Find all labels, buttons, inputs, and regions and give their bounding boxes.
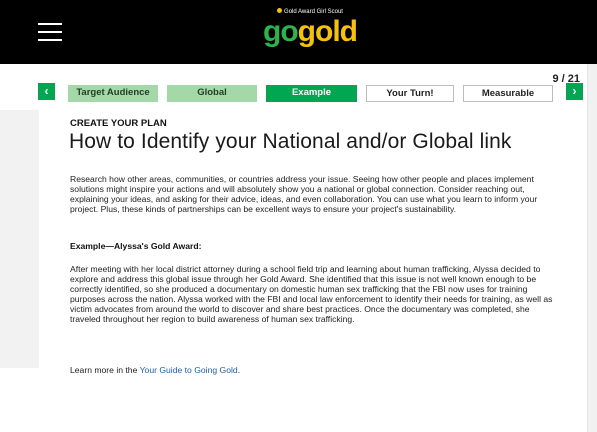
logo-wordmark: gogold	[263, 15, 358, 48]
hamburger-menu-icon[interactable]	[38, 22, 62, 42]
chevron-left-icon[interactable]: ‹	[38, 83, 55, 100]
tab-your-turn[interactable]: Your Turn!	[366, 85, 454, 102]
tab-target-audience[interactable]: Target Audience	[68, 85, 158, 102]
tab-measurable[interactable]: Measurable	[463, 85, 553, 102]
page-title: How to Identify your National and/or Glo…	[69, 130, 512, 153]
section-eyebrow: CREATE YOUR PLAN	[70, 118, 167, 129]
intro-paragraph: Research how other areas, communities, o…	[70, 174, 538, 214]
left-rail	[0, 110, 39, 368]
example-paragraph: After meeting with her local district at…	[70, 264, 553, 324]
tab-example[interactable]: Example	[266, 85, 357, 102]
learn-more-text: Learn more in the Your Guide to Going Go…	[70, 365, 241, 375]
gogold-logo[interactable]: Gold Award Girl Scout gogold	[256, 8, 364, 56]
guide-link[interactable]: Your Guide to Going Gold	[140, 365, 238, 375]
chevron-right-icon[interactable]: ›	[566, 83, 583, 100]
tab-global[interactable]: Global	[167, 85, 257, 102]
top-bar: Gold Award Girl Scout gogold	[0, 0, 597, 64]
example-heading: Example—Alyssa's Gold Award:	[70, 241, 202, 251]
scrollbar[interactable]	[587, 64, 597, 432]
